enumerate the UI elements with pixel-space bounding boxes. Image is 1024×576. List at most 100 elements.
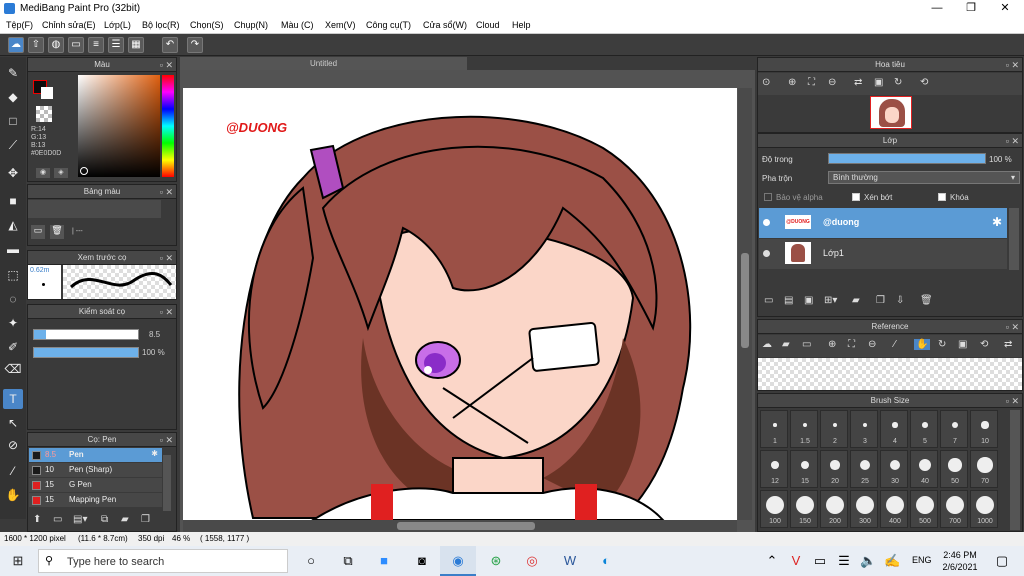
camera-icon[interactable]: ◙	[414, 553, 430, 569]
line-tool-icon[interactable]: ⟋	[3, 135, 23, 155]
layer-scrollbar[interactable]	[1009, 208, 1019, 270]
panel-close-icon[interactable]: ▫ ✕	[160, 185, 173, 199]
drawing-canvas[interactable]: @DUONG	[183, 88, 737, 520]
magic-wand-icon[interactable]: ✦	[3, 313, 23, 333]
menu-window[interactable]: Cửa sổ(W)	[423, 20, 467, 30]
gradient-tool-icon[interactable]: ▬	[3, 239, 23, 259]
new-palette-icon[interactable]: ▭	[31, 225, 45, 239]
rotate-icon[interactable]: ↻	[938, 339, 946, 350]
brush-size-scrollbar[interactable]	[1010, 410, 1020, 530]
brush-size-cell[interactable]: 25	[850, 450, 878, 488]
app-green-icon[interactable]: ⊛	[488, 553, 504, 569]
brush-menu-icon[interactable]: ▤▾	[73, 514, 87, 525]
bucket-tool-icon[interactable]: ◭	[3, 215, 23, 235]
brush-size-cell[interactable]: 5	[910, 410, 938, 448]
brush-size-cell[interactable]: 500	[910, 490, 938, 528]
trash-icon[interactable]: 🗑	[50, 225, 64, 239]
zoom-in-icon[interactable]: ⊕	[828, 339, 836, 350]
select-eraser-icon[interactable]: ⌫	[3, 359, 23, 379]
brush-size-cell[interactable]: 7	[940, 410, 968, 448]
chevron-up-icon[interactable]: ⌃	[764, 553, 780, 569]
close-button[interactable]: ✕	[988, 0, 1022, 17]
brush-size-cell[interactable]: 2	[820, 410, 848, 448]
eyedropper-icon[interactable]: ⁄	[894, 339, 896, 350]
move-tool-icon[interactable]: ✥	[3, 163, 23, 183]
menu-select[interactable]: Chọn(S)	[190, 20, 224, 30]
wifi-icon[interactable]: ☰	[836, 553, 852, 569]
windows-start-icon[interactable]: ⊞	[10, 553, 26, 569]
brush-size-cell[interactable]: 400	[880, 490, 908, 528]
brush-size-cell[interactable]: 1000	[970, 490, 998, 528]
color-picker-icon[interactable]: ◈	[54, 168, 68, 178]
new-file-icon[interactable]: ▭	[802, 339, 811, 350]
cortana-icon[interactable]: ○	[303, 553, 319, 569]
cloud-icon[interactable]: ☁	[8, 37, 24, 53]
minimize-button[interactable]: —	[920, 0, 954, 17]
gear-icon[interactable]: ✱	[992, 215, 1002, 229]
brush-list-scrollbar[interactable]	[163, 455, 171, 511]
brush-size-cell[interactable]: 300	[850, 490, 878, 528]
vertical-scrollbar[interactable]	[738, 88, 752, 520]
layer-row-lop1[interactable]: Lớp1	[759, 239, 1007, 269]
text-tool-icon[interactable]: T	[3, 389, 23, 409]
layer-opacity-slider[interactable]	[828, 153, 986, 164]
layer-row-duong[interactable]: @DUONG @duong ✱	[759, 208, 1007, 238]
brush-size-cell[interactable]: 30	[880, 450, 908, 488]
hue-slider[interactable]	[162, 75, 174, 177]
eye-icon[interactable]	[763, 219, 770, 226]
folder-icon[interactable]: ▰	[782, 339, 790, 350]
brush-size-slider[interactable]	[33, 329, 139, 340]
panel-close-icon[interactable]: ▫ ✕	[1006, 134, 1019, 148]
brush-size-cell[interactable]: 10	[970, 410, 998, 448]
operation-tool-icon[interactable]: ↖	[3, 413, 23, 433]
brush-size-cell[interactable]: 200	[820, 490, 848, 528]
brush-item[interactable]: 15 Mapping Pen	[29, 493, 162, 507]
brush-size-cell[interactable]: 100	[760, 490, 788, 528]
new-halftone-layer-icon[interactable]: ▤	[784, 295, 793, 306]
color-gradient-picker[interactable]	[78, 75, 160, 177]
duplicate-layer-icon[interactable]: ❐	[876, 295, 885, 306]
menu-capture[interactable]: Chụp(N)	[234, 20, 268, 30]
brush-size-cell[interactable]: 12	[760, 450, 788, 488]
brush-size-cell[interactable]: 50	[940, 450, 968, 488]
blend-mode-select[interactable]: Bình thường ▾	[828, 171, 1020, 184]
panel-close-icon[interactable]: ▫ ✕	[1006, 394, 1019, 408]
lasso-tool-icon[interactable]: ◌	[3, 289, 23, 309]
reset-icon[interactable]: ⟲	[980, 339, 988, 350]
menu-help[interactable]: Help	[512, 20, 531, 30]
battery-icon[interactable]: ▭	[812, 553, 828, 569]
reset-icon[interactable]: ⟲	[920, 77, 928, 88]
menu-tools[interactable]: Công cụ(T)	[366, 20, 411, 30]
protect-alpha-checkbox[interactable]	[764, 193, 772, 201]
volume-icon[interactable]: 🔈	[860, 553, 876, 569]
brush-size-cell[interactable]: 150	[790, 490, 818, 528]
panel-close-icon[interactable]: ▫ ✕	[160, 305, 173, 319]
lock-checkbox[interactable]	[938, 193, 946, 201]
flip-icon[interactable]: ⇄	[1004, 339, 1012, 350]
grid-icon[interactable]: ▦	[128, 37, 144, 53]
brush-item[interactable]: 8.5 Pen ✱	[29, 448, 162, 462]
brush-item[interactable]: 15 G Pen	[29, 478, 162, 492]
zoom-out-icon[interactable]: ⊖	[868, 339, 876, 350]
zoom-out-icon[interactable]: ⊖	[828, 77, 836, 88]
panel-close-icon[interactable]: ▫ ✕	[160, 251, 173, 265]
tray-v-icon[interactable]: V	[788, 553, 804, 569]
word-icon[interactable]: W	[562, 553, 578, 569]
document-icon[interactable]: ≡	[88, 37, 104, 53]
eraser-tool-icon[interactable]: ◆	[3, 87, 23, 107]
zoom-in-icon[interactable]: ⊕	[788, 77, 796, 88]
gear-icon[interactable]: ✱	[151, 449, 158, 458]
horizontal-scrollbar[interactable]	[183, 520, 737, 532]
brush-size-cell[interactable]: 40	[910, 450, 938, 488]
brush-size-cell[interactable]: 3	[850, 410, 878, 448]
navigator-thumbnail[interactable]	[870, 96, 912, 129]
panel-close-icon[interactable]: ▫ ✕	[160, 433, 173, 447]
panel-close-icon[interactable]: ▫ ✕	[1006, 58, 1019, 72]
palette-area[interactable]	[28, 200, 161, 218]
menu-cloud[interactable]: Cloud	[476, 20, 500, 30]
flip-icon[interactable]: ⇄	[854, 77, 862, 88]
panel-close-icon[interactable]: ▫ ✕	[1006, 320, 1019, 334]
brush-size-cell[interactable]: 20	[820, 450, 848, 488]
language-indicator[interactable]: ENG	[912, 555, 932, 565]
brush-opacity-slider[interactable]	[33, 347, 139, 358]
